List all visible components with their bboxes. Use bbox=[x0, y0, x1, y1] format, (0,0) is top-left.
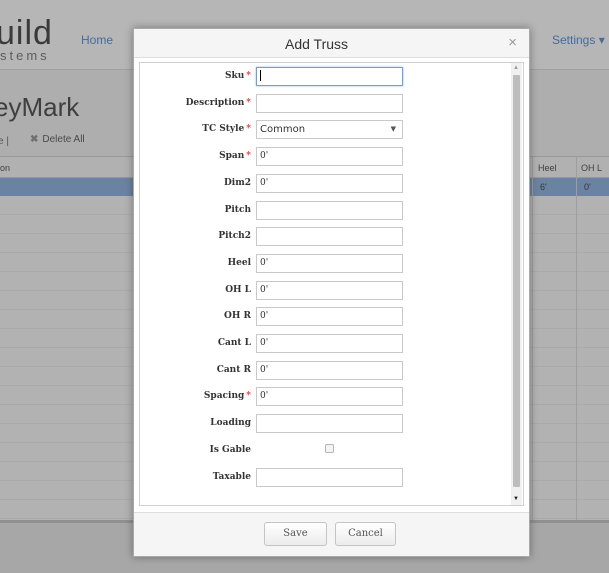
pitch2-input[interactable] bbox=[256, 227, 403, 247]
add-truss-dialog: Add Truss × Sku * Description * TC Style * Com… bbox=[133, 28, 530, 557]
form-row-oh-l: OH L 0' bbox=[140, 280, 510, 303]
dialog-title: Add Truss bbox=[284, 36, 349, 52]
close-icon[interactable]: × bbox=[508, 34, 517, 51]
taxable-label: Taxable bbox=[140, 472, 251, 482]
label-text: Description bbox=[185, 97, 245, 108]
dim2-label: Dim2 bbox=[140, 178, 251, 188]
dialog-form: Sku * Description * TC Style * Common ▼ Span * 0' D… bbox=[139, 62, 524, 506]
form-row-heel: Heel 0' bbox=[140, 253, 510, 276]
form-row-oh-r: OH R 0' bbox=[140, 307, 510, 329]
chevron-down-icon: ▼ bbox=[390, 125, 396, 134]
dialog-footer: Save Cancel bbox=[134, 512, 529, 556]
input-value: 0' bbox=[260, 257, 269, 268]
label-text: Spacing bbox=[203, 391, 245, 402]
label-text: Is Gable bbox=[209, 444, 251, 455]
scroll-up-icon[interactable]: ▲ bbox=[513, 65, 519, 71]
span-input[interactable]: 0' bbox=[256, 147, 403, 167]
form-row-dim2: Dim2 0' bbox=[140, 173, 510, 196]
taxable-input[interactable] bbox=[256, 467, 403, 487]
label-text: Pitch bbox=[224, 204, 251, 215]
scroll-thumb[interactable] bbox=[513, 75, 520, 487]
label-text: Dim2 bbox=[223, 177, 251, 188]
form-row-taxable: Taxable bbox=[140, 467, 510, 490]
label-text: OH L bbox=[225, 284, 251, 295]
label-text: Pitch2 bbox=[218, 231, 251, 242]
oh-r-input[interactable]: 0' bbox=[256, 307, 403, 327]
form-row-spacing: Spacing * 0' bbox=[140, 387, 510, 409]
description-input[interactable] bbox=[256, 93, 403, 113]
form-row-cant-l: Cant L 0' bbox=[140, 334, 510, 356]
span-label: Span * bbox=[140, 151, 251, 161]
form-row-sku: Sku * bbox=[140, 67, 510, 89]
input-value: 0' bbox=[260, 338, 269, 348]
loading-label: Loading bbox=[140, 418, 251, 428]
pitch2-label: Pitch2 bbox=[140, 231, 251, 241]
required-marker: * bbox=[246, 391, 251, 402]
spacing-input[interactable]: 0' bbox=[256, 387, 403, 407]
loading-input[interactable] bbox=[256, 414, 403, 434]
dim2-input[interactable]: 0' bbox=[256, 173, 403, 193]
scroll-down-icon[interactable]: ▼ bbox=[513, 496, 519, 502]
label-text: TC Style bbox=[202, 124, 245, 135]
input-value: 0' bbox=[260, 311, 269, 322]
cant-r-input[interactable]: 0' bbox=[256, 360, 403, 380]
oh-r-label: OH R bbox=[140, 311, 251, 321]
input-value: 0' bbox=[260, 151, 269, 162]
is-gable-label: Is Gable bbox=[140, 445, 251, 455]
tc-style-label: TC Style * bbox=[140, 124, 251, 134]
required-marker: * bbox=[246, 71, 251, 81]
form-row-pitch2: Pitch2 bbox=[140, 227, 510, 249]
label-text: Heel bbox=[227, 257, 251, 268]
dialog-header: Add Truss × bbox=[134, 29, 529, 58]
cant-l-input[interactable]: 0' bbox=[256, 334, 403, 353]
form-row-tc-style: TC Style * Common ▼ bbox=[140, 120, 510, 142]
sku-input[interactable] bbox=[256, 67, 403, 86]
input-value: 0' bbox=[260, 284, 269, 295]
save-button[interactable]: Save bbox=[264, 522, 327, 546]
form-row-pitch: Pitch bbox=[140, 200, 510, 223]
pitch-input[interactable] bbox=[256, 200, 403, 220]
is-gable-checkbox[interactable] bbox=[325, 443, 334, 453]
form-row-cant-r: Cant R 0' bbox=[140, 360, 510, 383]
form-scrollbar[interactable]: ▲ ▼ bbox=[511, 63, 522, 505]
heel-input[interactable]: 0' bbox=[256, 253, 403, 273]
label-text: Cant R bbox=[216, 364, 251, 375]
required-marker: * bbox=[246, 124, 251, 135]
oh-l-input[interactable]: 0' bbox=[256, 280, 403, 300]
cant-l-label: Cant L bbox=[140, 338, 251, 348]
label-text: Loading bbox=[210, 418, 251, 429]
label-text: Cant L bbox=[217, 338, 251, 348]
form-row-loading: Loading bbox=[140, 414, 510, 436]
input-value: 0' bbox=[260, 391, 269, 402]
required-marker: * bbox=[246, 97, 251, 108]
text-caret bbox=[260, 70, 261, 81]
label-text: Taxable bbox=[212, 471, 251, 482]
input-value: 0' bbox=[260, 177, 269, 188]
form-row-description: Description * bbox=[140, 93, 510, 116]
pitch-label: Pitch bbox=[140, 205, 251, 215]
form-row-is-gable: Is Gable bbox=[140, 441, 510, 463]
tc-style-select[interactable]: Common ▼ bbox=[256, 120, 403, 140]
cancel-button[interactable]: Cancel bbox=[335, 522, 396, 546]
oh-l-label: OH L bbox=[140, 285, 251, 295]
form-row-span: Span * 0' bbox=[140, 147, 510, 169]
spacing-label: Spacing * bbox=[140, 391, 251, 401]
cant-r-label: Cant R bbox=[140, 365, 251, 375]
description-label: Description * bbox=[140, 98, 251, 108]
input-value: 0' bbox=[260, 364, 269, 375]
label-text: Span bbox=[219, 151, 245, 162]
label-text: OH R bbox=[224, 311, 251, 322]
label-text: Sku bbox=[225, 71, 245, 81]
required-marker: * bbox=[246, 151, 251, 162]
select-value: Common bbox=[260, 124, 306, 136]
sku-label: Sku * bbox=[140, 71, 251, 81]
heel-label: Heel bbox=[140, 258, 251, 268]
